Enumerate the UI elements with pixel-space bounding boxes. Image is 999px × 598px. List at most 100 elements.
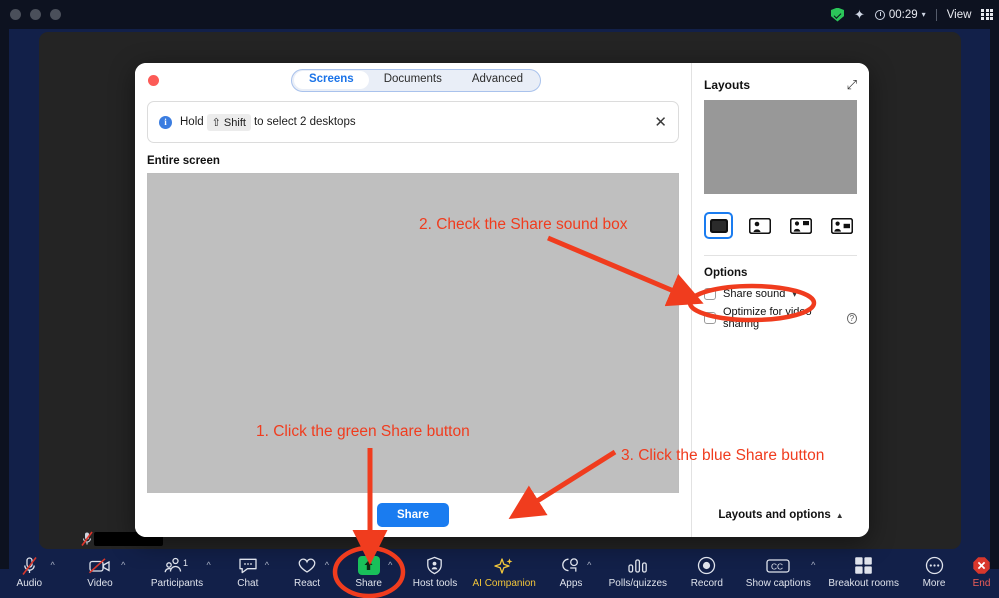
tab-documents[interactable]: Documents <box>369 71 457 89</box>
chevron-up-icon[interactable]: ^ <box>388 560 392 570</box>
toolbar-label-host-tools: Host tools <box>412 577 458 589</box>
chevron-down-icon[interactable]: ▾ <box>792 289 797 300</box>
meeting-timer-label: 00:29 <box>888 8 918 21</box>
apps-icon <box>560 555 582 577</box>
chevron-up-icon[interactable]: ^ <box>265 560 269 570</box>
breakout-rooms-icon <box>854 555 873 577</box>
shield-check-icon[interactable] <box>830 7 844 22</box>
close-window-button[interactable] <box>10 9 21 20</box>
layouts-and-options-label: Layouts and options <box>718 509 831 521</box>
share-dialog-footer: Share <box>135 493 691 537</box>
share-screen-icon <box>357 555 380 577</box>
closed-captions-icon: CC <box>766 555 790 577</box>
close-icon[interactable]: ✕ <box>654 115 667 130</box>
toolbar-item-polls-quizzes[interactable]: Polls/quizzes <box>605 545 670 598</box>
layouts-and-options-toggle[interactable]: Layouts and options ▲ <box>692 493 869 537</box>
toolbar-label-chat: Chat <box>237 577 259 589</box>
macos-menu-bar: ✦ 00:29 ▾ View <box>0 0 999 29</box>
dialog-close-button[interactable] <box>148 75 159 86</box>
entire-screen-label: Entire screen <box>147 155 220 167</box>
meeting-timer[interactable]: 00:29 ▾ <box>874 8 926 21</box>
record-circle-icon <box>697 555 716 577</box>
maximize-window-button[interactable] <box>50 9 61 20</box>
toolbar-label-audio: Audio <box>16 577 43 589</box>
toolbar-item-audio[interactable]: Audio ^ <box>6 545 55 598</box>
chevron-down-icon[interactable]: ▾ <box>922 10 926 19</box>
option-row-optimize-video[interactable]: Optimize for video sharing ? <box>692 303 869 333</box>
layout-option-icons <box>692 194 869 251</box>
toolbar-item-end[interactable]: End <box>964 545 999 598</box>
svg-text:CC: CC <box>771 561 783 571</box>
screenshot-root: ✦ 00:29 ▾ View Screens Documents Advance… <box>0 0 999 598</box>
layouts-title: Layouts <box>704 78 751 92</box>
layout-screen-with-thumbnails-icon[interactable] <box>787 212 816 239</box>
share-dialog-left-pane: Screens Documents Advanced i Hold ⇧ Shif… <box>135 63 691 537</box>
chevron-up-icon[interactable]: ^ <box>121 560 125 570</box>
caret-up-icon: ▲ <box>835 510 844 520</box>
share-dialog-titlebar: Screens Documents Advanced <box>135 63 691 97</box>
share-confirm-button[interactable]: Share <box>377 503 449 527</box>
toolbar-label-record: Record <box>690 577 723 589</box>
toolbar-item-breakout-rooms[interactable]: Breakout rooms <box>825 545 902 598</box>
ai-sparkle-icon[interactable]: ✦ <box>854 8 865 21</box>
tab-advanced[interactable]: Advanced <box>457 71 538 89</box>
chevron-up-icon[interactable]: ^ <box>325 560 329 570</box>
toolbar-item-participants[interactable]: 1 Participants ^ <box>145 545 211 598</box>
chevron-up-icon[interactable]: ^ <box>587 560 591 570</box>
layout-full-screen-icon[interactable] <box>704 212 734 239</box>
svg-text:1: 1 <box>183 558 188 568</box>
chat-bubble-icon <box>238 555 258 577</box>
window-traffic-lights[interactable] <box>10 9 61 20</box>
share-screen-dialog: Screens Documents Advanced i Hold ⇧ Shif… <box>135 63 869 537</box>
banner-text-after: to select 2 desktops <box>253 116 356 128</box>
layout-side-by-side-icon[interactable] <box>828 212 857 239</box>
participants-icon: 1 <box>164 555 190 577</box>
toolbar-item-video[interactable]: Video ^ <box>77 545 125 598</box>
minimize-window-button[interactable] <box>30 9 41 20</box>
layouts-panel-header: Layouts ⤢ <box>692 63 869 100</box>
toolbar-label-polls-quizzes: Polls/quizzes <box>608 577 667 589</box>
optimize-video-checkbox[interactable] <box>704 312 716 324</box>
toolbar-item-share[interactable]: Share ^ <box>347 545 392 598</box>
option-row-share-sound[interactable]: Share sound ▾ <box>692 285 869 303</box>
toolbar-item-show-captions[interactable]: CC Show captions ^ <box>743 545 815 598</box>
layout-screen-with-speaker-icon[interactable] <box>745 212 774 239</box>
end-meeting-icon <box>972 555 991 577</box>
chevron-up-icon[interactable]: ^ <box>206 560 210 570</box>
tab-screens[interactable]: Screens <box>293 71 369 89</box>
toolbar-label-show-captions: Show captions <box>745 577 811 589</box>
menu-divider <box>935 8 937 21</box>
toolbar-label-video: Video <box>87 577 113 589</box>
toolbar-item-ai-companion[interactable]: AI Companion <box>472 545 537 598</box>
expand-diagonal-icon[interactable]: ⤢ <box>847 77 857 93</box>
share-sound-checkbox[interactable] <box>704 288 716 300</box>
help-icon[interactable]: ? <box>846 312 857 324</box>
heart-icon <box>297 555 317 577</box>
toolbar-label-participants: Participants <box>150 577 204 589</box>
banner-text-before: Hold <box>180 116 204 128</box>
toolbar-label-apps: Apps <box>559 577 583 589</box>
more-ellipsis-icon <box>925 555 944 577</box>
toolbar-label-share: Share <box>355 577 382 589</box>
toolbar-item-apps[interactable]: Apps ^ <box>553 545 591 598</box>
ai-sparkle-icon <box>493 555 515 577</box>
layout-preview-thumbnail <box>704 100 857 194</box>
toolbar-item-more[interactable]: More <box>914 545 954 598</box>
grid-view-icon[interactable] <box>981 8 993 21</box>
poll-bars-icon <box>627 555 649 577</box>
toolbar-item-host-tools[interactable]: Host tools <box>408 545 461 598</box>
info-icon: i <box>159 115 172 129</box>
toolbar-item-record[interactable]: Record <box>684 545 729 598</box>
clock-icon <box>874 9 885 20</box>
annotation-step-1: 1. Click the green Share button <box>256 423 470 440</box>
camera-muted-icon <box>89 555 111 577</box>
shift-key-badge: ⇧ Shift <box>206 113 251 131</box>
toolbar-item-react[interactable]: React ^ <box>287 545 329 598</box>
chevron-up-icon[interactable]: ^ <box>50 560 54 570</box>
options-title: Options <box>704 267 748 279</box>
chevron-up-icon[interactable]: ^ <box>811 560 815 570</box>
toolbar-item-chat[interactable]: Chat ^ <box>229 545 269 598</box>
zoom-toolbar-items: Audio ^ Video ^ 1 Participants ^ Chat ^ … <box>0 545 999 598</box>
annotation-step-2: 2. Check the Share sound box <box>419 216 628 233</box>
view-menu-label[interactable]: View <box>947 9 972 21</box>
